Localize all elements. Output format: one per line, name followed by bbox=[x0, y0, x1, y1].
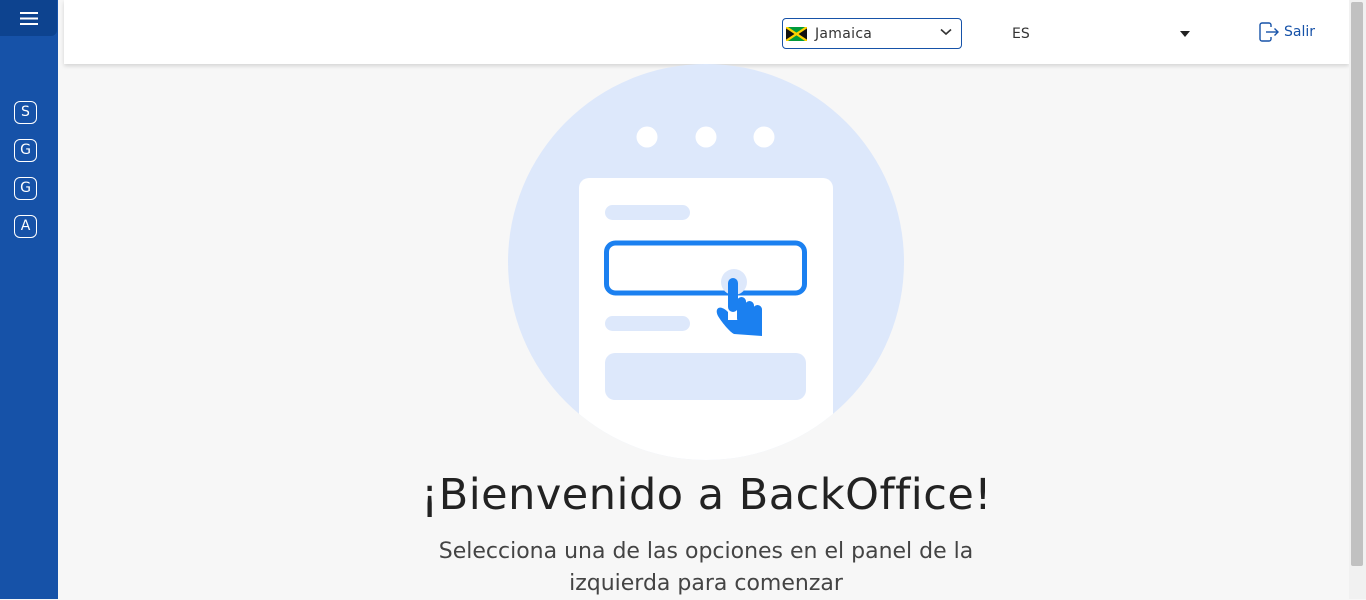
sidebar-item-g1[interactable]: G bbox=[14, 139, 37, 162]
vertical-scrollbar[interactable] bbox=[1349, 0, 1366, 599]
sidebar-item-g2[interactable]: G bbox=[14, 177, 37, 200]
language-select[interactable]: ES bbox=[1012, 18, 1192, 49]
scrollbar-thumb[interactable] bbox=[1351, 2, 1363, 566]
logout-button[interactable]: Salir bbox=[1258, 20, 1315, 44]
welcome-illustration bbox=[508, 64, 904, 460]
logout-label: Salir bbox=[1284, 24, 1316, 40]
sidebar: S G G A bbox=[0, 0, 58, 599]
welcome-title: ¡Bienvenido a BackOffice! bbox=[420, 470, 993, 520]
jamaica-flag-icon bbox=[786, 26, 807, 41]
country-select-value: Jamaica bbox=[815, 25, 873, 42]
welcome-subtitle-wrap: Selecciona una de las opciones en el pan… bbox=[0, 536, 1366, 600]
country-select[interactable]: Jamaica bbox=[782, 18, 962, 49]
logout-icon bbox=[1259, 22, 1279, 42]
top-header: Jamaica ES Salir bbox=[64, 0, 1349, 64]
hamburger-menu-icon bbox=[19, 11, 38, 25]
sidebar-item-s[interactable]: S bbox=[14, 101, 37, 124]
menu-toggle-button[interactable] bbox=[0, 0, 57, 36]
welcome-subtitle: Selecciona una de las opciones en el pan… bbox=[438, 539, 974, 596]
chevron-down-icon bbox=[940, 28, 952, 36]
caret-down-icon bbox=[1180, 31, 1190, 37]
language-select-value: ES bbox=[1012, 25, 1030, 42]
sidebar-item-a[interactable]: A bbox=[14, 215, 37, 238]
illustration-input-field bbox=[604, 240, 807, 296]
